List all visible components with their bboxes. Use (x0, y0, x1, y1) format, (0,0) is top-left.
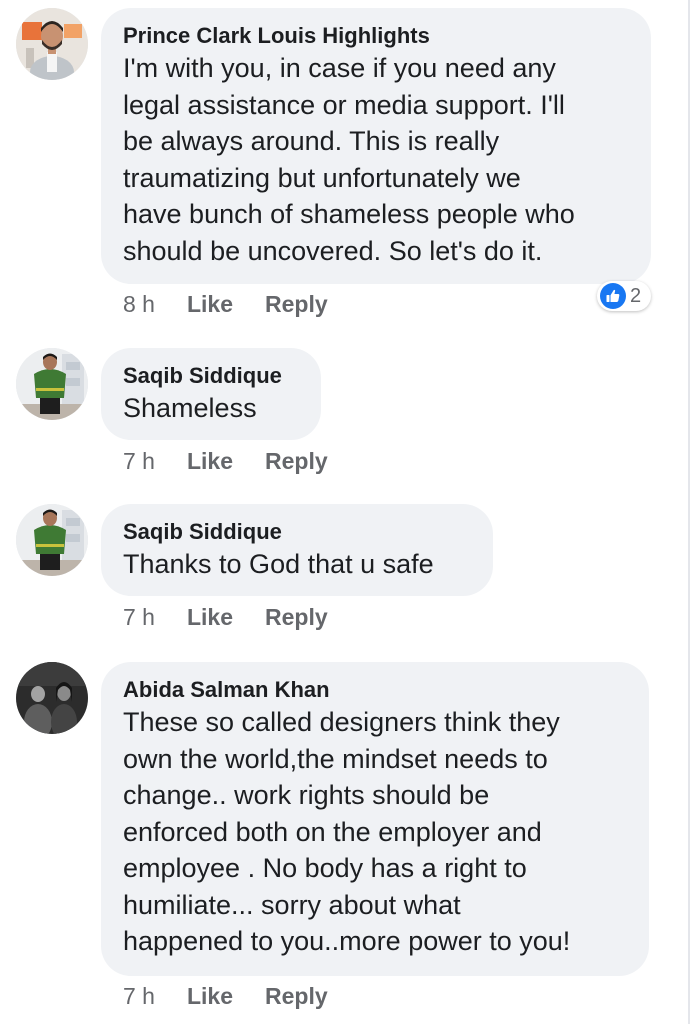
reply-button[interactable]: Reply (265, 448, 328, 475)
comment-text: Thanks to God that u safe (123, 549, 434, 579)
comment-author[interactable]: Saqib Siddique (123, 362, 299, 390)
avatar[interactable] (16, 662, 88, 734)
comment-time[interactable]: 7 h (123, 448, 155, 475)
comment-author[interactable]: Prince Clark Louis Highlights (123, 22, 629, 50)
comment-bubble: Saqib Siddique Shameless (101, 348, 321, 440)
like-button[interactable]: Like (187, 983, 233, 1010)
comment-time[interactable]: 8 h (123, 291, 155, 318)
like-button[interactable]: Like (187, 291, 233, 318)
like-button[interactable]: Like (187, 604, 233, 631)
comment-bubble: Saqib Siddique Thanks to God that u safe (101, 504, 493, 596)
comment-text: These so called designers think they own… (123, 707, 571, 956)
comment-actions: 7 h Like Reply (123, 980, 328, 1012)
comment-text: Shameless (123, 393, 257, 423)
comment-time[interactable]: 7 h (123, 604, 155, 631)
comment-bubble: Prince Clark Louis Highlights I'm with y… (101, 8, 651, 284)
avatar[interactable] (16, 8, 88, 80)
comment-actions: 8 h Like Reply (123, 288, 328, 320)
reply-button[interactable]: Reply (265, 604, 328, 631)
like-button[interactable]: Like (187, 448, 233, 475)
reply-button[interactable]: Reply (265, 983, 328, 1010)
comment-author[interactable]: Saqib Siddique (123, 518, 471, 546)
comment-time[interactable]: 7 h (123, 983, 155, 1010)
reaction-summary[interactable]: 2 (597, 281, 651, 311)
avatar[interactable] (16, 504, 88, 576)
comment-bubble: Abida Salman Khan These so called design… (101, 662, 649, 976)
comment-author[interactable]: Abida Salman Khan (123, 676, 627, 704)
comment-actions: 7 h Like Reply (123, 601, 328, 633)
comment-actions: 7 h Like Reply (123, 445, 328, 477)
reaction-count: 2 (630, 284, 642, 307)
comment-text: I'm with you, in case if you need any le… (123, 53, 575, 266)
like-icon (600, 283, 626, 309)
reply-button[interactable]: Reply (265, 291, 328, 318)
avatar[interactable] (16, 348, 88, 420)
